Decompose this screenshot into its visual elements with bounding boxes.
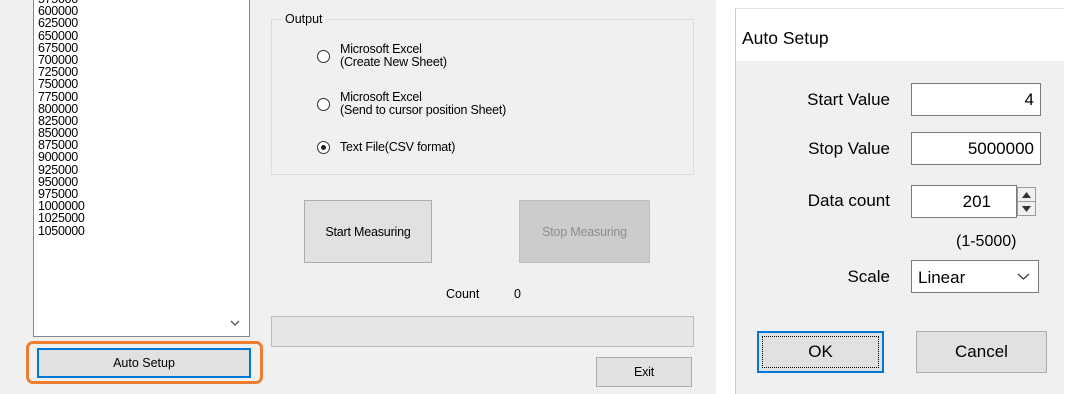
dialog-titlebar[interactable]: Auto Setup bbox=[736, 9, 1064, 61]
radio-excel-cursor-sheet-label: Microsoft Excel (Send to cursor position… bbox=[340, 90, 507, 117]
scale-value: Linear bbox=[918, 268, 966, 287]
radio-excel-cursor-sheet[interactable]: Microsoft Excel (Send to cursor position… bbox=[317, 91, 506, 117]
data-count-spinner[interactable] bbox=[1017, 187, 1036, 216]
radio-excel-cursor-sheet-circle[interactable] bbox=[317, 97, 330, 111]
frequency-list-items: 575000 600000 625000 650000 675000 70000… bbox=[38, 0, 85, 237]
start-measuring-button[interactable]: Start Measuring bbox=[304, 200, 432, 263]
main-window: 575000 600000 625000 650000 675000 70000… bbox=[0, 0, 716, 394]
auto-setup-dialog: Auto Setup Start Value Stop Value Data c… bbox=[735, 8, 1064, 394]
spin-down-icon[interactable] bbox=[1018, 202, 1035, 215]
range-hint: (1-5000) bbox=[956, 233, 1017, 250]
stop-measuring-button: Stop Measuring bbox=[519, 200, 650, 263]
output-group: Output Microsoft Excel (Create New Sheet… bbox=[271, 11, 694, 175]
chevron-down-icon bbox=[1017, 273, 1030, 280]
stop-value-input[interactable] bbox=[911, 132, 1041, 165]
list-item[interactable]: 900000 bbox=[38, 151, 85, 164]
list-item[interactable]: 1050000 bbox=[38, 224, 85, 237]
count-value: 0 bbox=[514, 287, 521, 301]
start-value-input[interactable] bbox=[911, 83, 1041, 116]
scroll-down-arrow-icon[interactable] bbox=[230, 318, 240, 328]
count-label: Count bbox=[446, 287, 480, 301]
progress-bar bbox=[271, 316, 694, 347]
list-item[interactable]: 650000 bbox=[38, 29, 85, 42]
scale-select[interactable]: Linear bbox=[911, 260, 1039, 293]
ok-button[interactable]: OK bbox=[757, 331, 884, 373]
radio-excel-new-sheet[interactable]: Microsoft Excel (Create New Sheet) bbox=[317, 43, 447, 69]
start-value-label: Start Value bbox=[807, 90, 890, 109]
radio-excel-new-sheet-circle[interactable] bbox=[317, 49, 330, 63]
radio-text-csv-label: Text File(CSV format) bbox=[340, 140, 456, 154]
data-count-input[interactable] bbox=[911, 185, 1017, 218]
list-item[interactable]: 925000 bbox=[38, 163, 85, 176]
radio-text-csv[interactable]: Text File(CSV format) bbox=[317, 141, 455, 154]
radio-excel-new-sheet-label: Microsoft Excel (Create New Sheet) bbox=[340, 42, 447, 69]
radio-text-csv-circle[interactable] bbox=[317, 141, 330, 154]
cancel-button[interactable]: Cancel bbox=[916, 331, 1047, 373]
auto-setup-button[interactable]: Auto Setup bbox=[37, 348, 251, 378]
exit-button[interactable]: Exit bbox=[596, 357, 692, 387]
list-item[interactable]: 775000 bbox=[38, 90, 85, 103]
data-count-label: Data count bbox=[807, 191, 890, 210]
list-item[interactable]: 625000 bbox=[38, 17, 85, 30]
output-legend: Output bbox=[282, 11, 326, 27]
list-item[interactable]: 1025000 bbox=[38, 212, 85, 225]
frequency-list[interactable]: 575000 600000 625000 650000 675000 70000… bbox=[33, 0, 250, 337]
stop-value-label: Stop Value bbox=[808, 139, 890, 158]
scale-label: Scale bbox=[847, 267, 890, 286]
spin-up-icon[interactable] bbox=[1018, 188, 1035, 201]
dialog-title: Auto Setup bbox=[742, 28, 829, 48]
list-item[interactable]: 750000 bbox=[38, 78, 85, 91]
